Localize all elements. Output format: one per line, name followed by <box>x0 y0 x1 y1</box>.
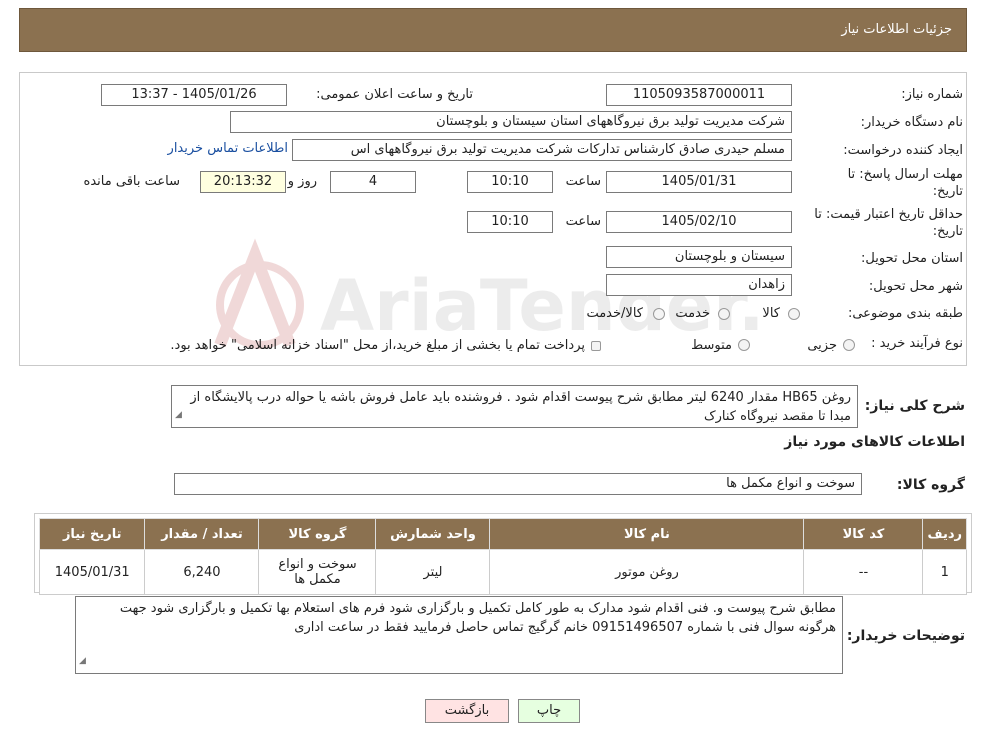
validity-label-line1: حداقل تاریخ اعتبار قیمت: تا <box>814 207 963 222</box>
creator-label: ایجاد کننده درخواست: <box>843 143 963 158</box>
page-title: جزئیات اطلاعات نیاز <box>841 22 952 37</box>
buyer-field[interactable]: شرکت مدیریت تولید برق نیروگاههای استان س… <box>230 111 792 133</box>
cell-quantity: 6,240 <box>144 549 260 595</box>
deadline-date-field[interactable]: 1405/01/31 <box>606 171 792 193</box>
buyer-label: نام دستگاه خریدار: <box>860 115 963 130</box>
treasury-checkbox[interactable] <box>591 341 601 351</box>
col-unit: واحد شمارش <box>375 518 491 550</box>
cell-group: سوخت و انواع مکمل ها <box>258 549 377 595</box>
col-row-number: ردیف <box>922 518 967 550</box>
creator-field[interactable]: مسلم حیدری صادق کارشناس تدارکات شرکت مدی… <box>292 139 792 161</box>
need-number-label: شماره نیاز: <box>901 87 963 102</box>
process-option-minor: جزیی <box>807 338 837 353</box>
col-item-code: کد کالا <box>803 518 924 550</box>
process-radio-medium[interactable] <box>738 339 750 351</box>
category-label: طبقه بندی موضوعی: <box>847 306 963 321</box>
validity-label-line2: تاریخ: <box>932 224 963 239</box>
print-button[interactable]: چاپ <box>518 699 580 723</box>
buyer-notes-label: توضیحات خریدار: <box>846 628 965 644</box>
buyer-contact-link[interactable]: اطلاعات تماس خریدار <box>168 141 288 156</box>
process-label: نوع فرآیند خرید : <box>871 336 963 351</box>
table-header-row: ردیف کد کالا نام کالا واحد شمارش گروه کا… <box>38 518 967 550</box>
days-label: روز و <box>287 174 317 189</box>
deadline-label-line1: مهلت ارسال پاسخ: تا <box>847 167 963 182</box>
validity-time-label: ساعت <box>565 214 601 229</box>
announce-datetime-field[interactable]: 1405/01/26 - 13:37 <box>101 84 287 106</box>
need-number-field[interactable]: 1105093587000011 <box>606 84 792 106</box>
deadline-label-line2: تاریخ: <box>932 184 963 199</box>
summary-text: روغن HB65 مقدار 6240 لیتر مطابق شرح پیوس… <box>190 390 851 424</box>
cell-item-name: روغن موتور <box>489 549 805 595</box>
col-item-name: نام کالا <box>489 518 805 550</box>
category-radio-service[interactable] <box>718 308 730 320</box>
buyer-notes-text: مطابق شرح پیوست و. فنی اقدام شود مدارک ب… <box>119 601 836 635</box>
cell-need-date: 1405/01/31 <box>38 549 146 595</box>
deadline-time-label: ساعت <box>565 174 601 189</box>
validity-date-field[interactable]: 1405/02/10 <box>606 211 792 233</box>
category-radio-goods[interactable] <box>788 308 800 320</box>
table-row[interactable]: 1 -- روغن موتور لیتر سوخت و انواع مکمل ه… <box>38 549 967 595</box>
goods-table: ردیف کد کالا نام کالا واحد شمارش گروه کا… <box>38 518 967 595</box>
remaining-time-field: 20:13:32 <box>200 171 286 193</box>
page-header: جزئیات اطلاعات نیاز <box>19 8 967 52</box>
remaining-label: ساعت باقی مانده <box>83 174 180 189</box>
resize-grip-icon[interactable]: ◢ <box>175 406 182 425</box>
col-need-date: تاریخ نیاز <box>38 518 146 550</box>
buyer-notes-textarea[interactable]: مطابق شرح پیوست و. فنی اقدام شود مدارک ب… <box>75 596 843 674</box>
cell-unit: لیتر <box>375 549 491 595</box>
goods-section-title: اطلاعات کالاهای مورد نیاز <box>784 434 965 450</box>
process-option-medium: متوسط <box>691 338 732 353</box>
deadline-time-field[interactable]: 10:10 <box>467 171 553 193</box>
province-label: استان محل تحویل: <box>861 251 963 266</box>
summary-textarea[interactable]: روغن HB65 مقدار 6240 لیتر مطابق شرح پیوس… <box>171 385 858 428</box>
process-note: پرداخت تمام یا بخشی از مبلغ خرید،از محل … <box>170 338 585 353</box>
validity-time-field[interactable]: 10:10 <box>467 211 553 233</box>
cell-item-code: -- <box>803 549 924 595</box>
resize-grip-icon[interactable]: ◢ <box>79 652 86 671</box>
category-option-goods: کالا <box>762 306 780 321</box>
cell-row-number: 1 <box>922 549 967 595</box>
category-option-service: خدمت <box>675 306 710 321</box>
city-field[interactable]: زاهدان <box>606 274 792 296</box>
city-label: شهر محل تحویل: <box>868 279 963 294</box>
process-radio-minor[interactable] <box>843 339 855 351</box>
col-quantity: تعداد / مقدار <box>144 518 260 550</box>
col-group: گروه کالا <box>258 518 377 550</box>
goods-group-label: گروه کالا: <box>896 477 965 493</box>
goods-group-field[interactable]: سوخت و انواع مکمل ها <box>174 473 862 495</box>
announce-label: تاریخ و ساعت اعلان عمومی: <box>316 87 473 102</box>
days-field[interactable]: 4 <box>330 171 416 193</box>
summary-label: شرح کلی نیاز: <box>864 398 965 414</box>
category-radio-goods-service[interactable] <box>653 308 665 320</box>
category-option-goods-service: کالا/خدمت <box>586 306 643 321</box>
province-field[interactable]: سیستان و بلوچستان <box>606 246 792 268</box>
back-button[interactable]: بازگشت <box>425 699 509 723</box>
